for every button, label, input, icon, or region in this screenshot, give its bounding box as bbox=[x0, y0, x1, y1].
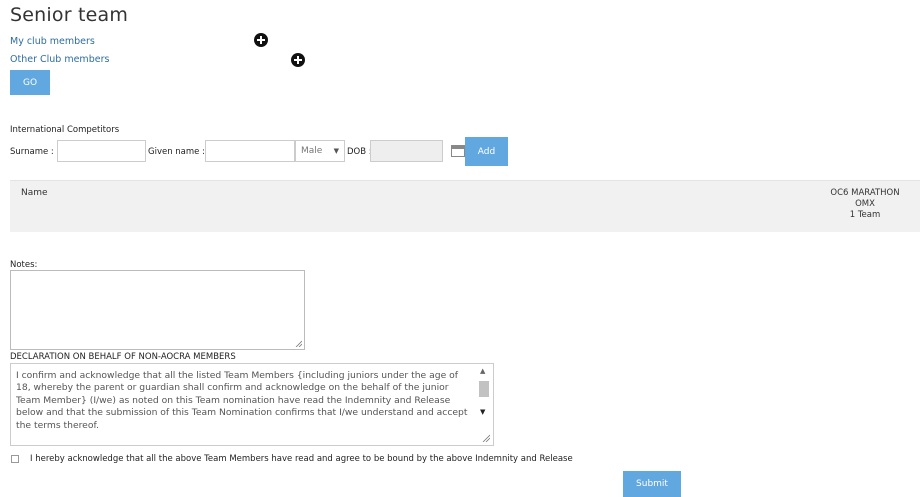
dob-input[interactable] bbox=[370, 140, 443, 162]
scroll-up-icon[interactable]: ▲ bbox=[480, 367, 485, 375]
scroll-down-icon[interactable]: ▼ bbox=[480, 408, 485, 416]
surname-input[interactable] bbox=[57, 140, 146, 162]
notes-label: Notes: bbox=[10, 260, 38, 270]
page-title: Senior team bbox=[10, 4, 129, 26]
submit-button[interactable]: Submit bbox=[623, 471, 681, 497]
event-team-count: 1 Team bbox=[849, 210, 881, 220]
team-table-header bbox=[10, 180, 920, 232]
plus-icon bbox=[294, 56, 302, 64]
event-name: OC6 MARATHON bbox=[830, 188, 900, 198]
event-column-header: OC6 MARATHON OMX 1 Team bbox=[820, 188, 910, 221]
add-other-club-member-button[interactable] bbox=[291, 53, 305, 67]
name-column-header: Name bbox=[21, 188, 48, 198]
add-my-club-member-button[interactable] bbox=[254, 33, 268, 47]
go-button[interactable]: GO bbox=[10, 70, 50, 95]
acknowledge-label: I hereby acknowledge that all the above … bbox=[30, 454, 573, 464]
calendar-icon[interactable] bbox=[451, 145, 465, 157]
declaration-text: I confirm and acknowledge that all the l… bbox=[16, 370, 468, 431]
other-club-members-link[interactable]: Other Club members bbox=[10, 54, 109, 65]
given-name-label: Given name : bbox=[148, 147, 205, 157]
resize-handle-icon[interactable] bbox=[295, 340, 302, 347]
plus-icon bbox=[257, 36, 265, 44]
event-class: OMX bbox=[855, 199, 875, 209]
add-competitor-button[interactable]: Add bbox=[465, 137, 508, 166]
dropdown-arrow-icon: ▼ bbox=[333, 147, 339, 155]
international-competitors-heading: International Competitors bbox=[10, 125, 120, 135]
declaration-scrollbar[interactable]: ▲ ▼ bbox=[476, 364, 493, 445]
my-club-members-link[interactable]: My club members bbox=[10, 36, 95, 47]
declaration-heading: DECLARATION ON BEHALF OF NON-AOCRA MEMBE… bbox=[10, 352, 236, 362]
notes-textarea[interactable] bbox=[10, 270, 305, 350]
surname-label: Surname : bbox=[10, 147, 54, 157]
given-name-input[interactable] bbox=[205, 140, 295, 162]
gender-select[interactable]: Male ▼ bbox=[295, 140, 345, 162]
resize-handle-icon[interactable] bbox=[482, 434, 490, 442]
gender-selected-value: Male bbox=[301, 146, 323, 156]
declaration-textarea[interactable]: I confirm and acknowledge that all the l… bbox=[10, 363, 494, 446]
scrollbar-thumb[interactable] bbox=[479, 381, 489, 397]
acknowledge-checkbox[interactable] bbox=[11, 455, 19, 463]
dob-label: DOB : bbox=[347, 147, 372, 157]
